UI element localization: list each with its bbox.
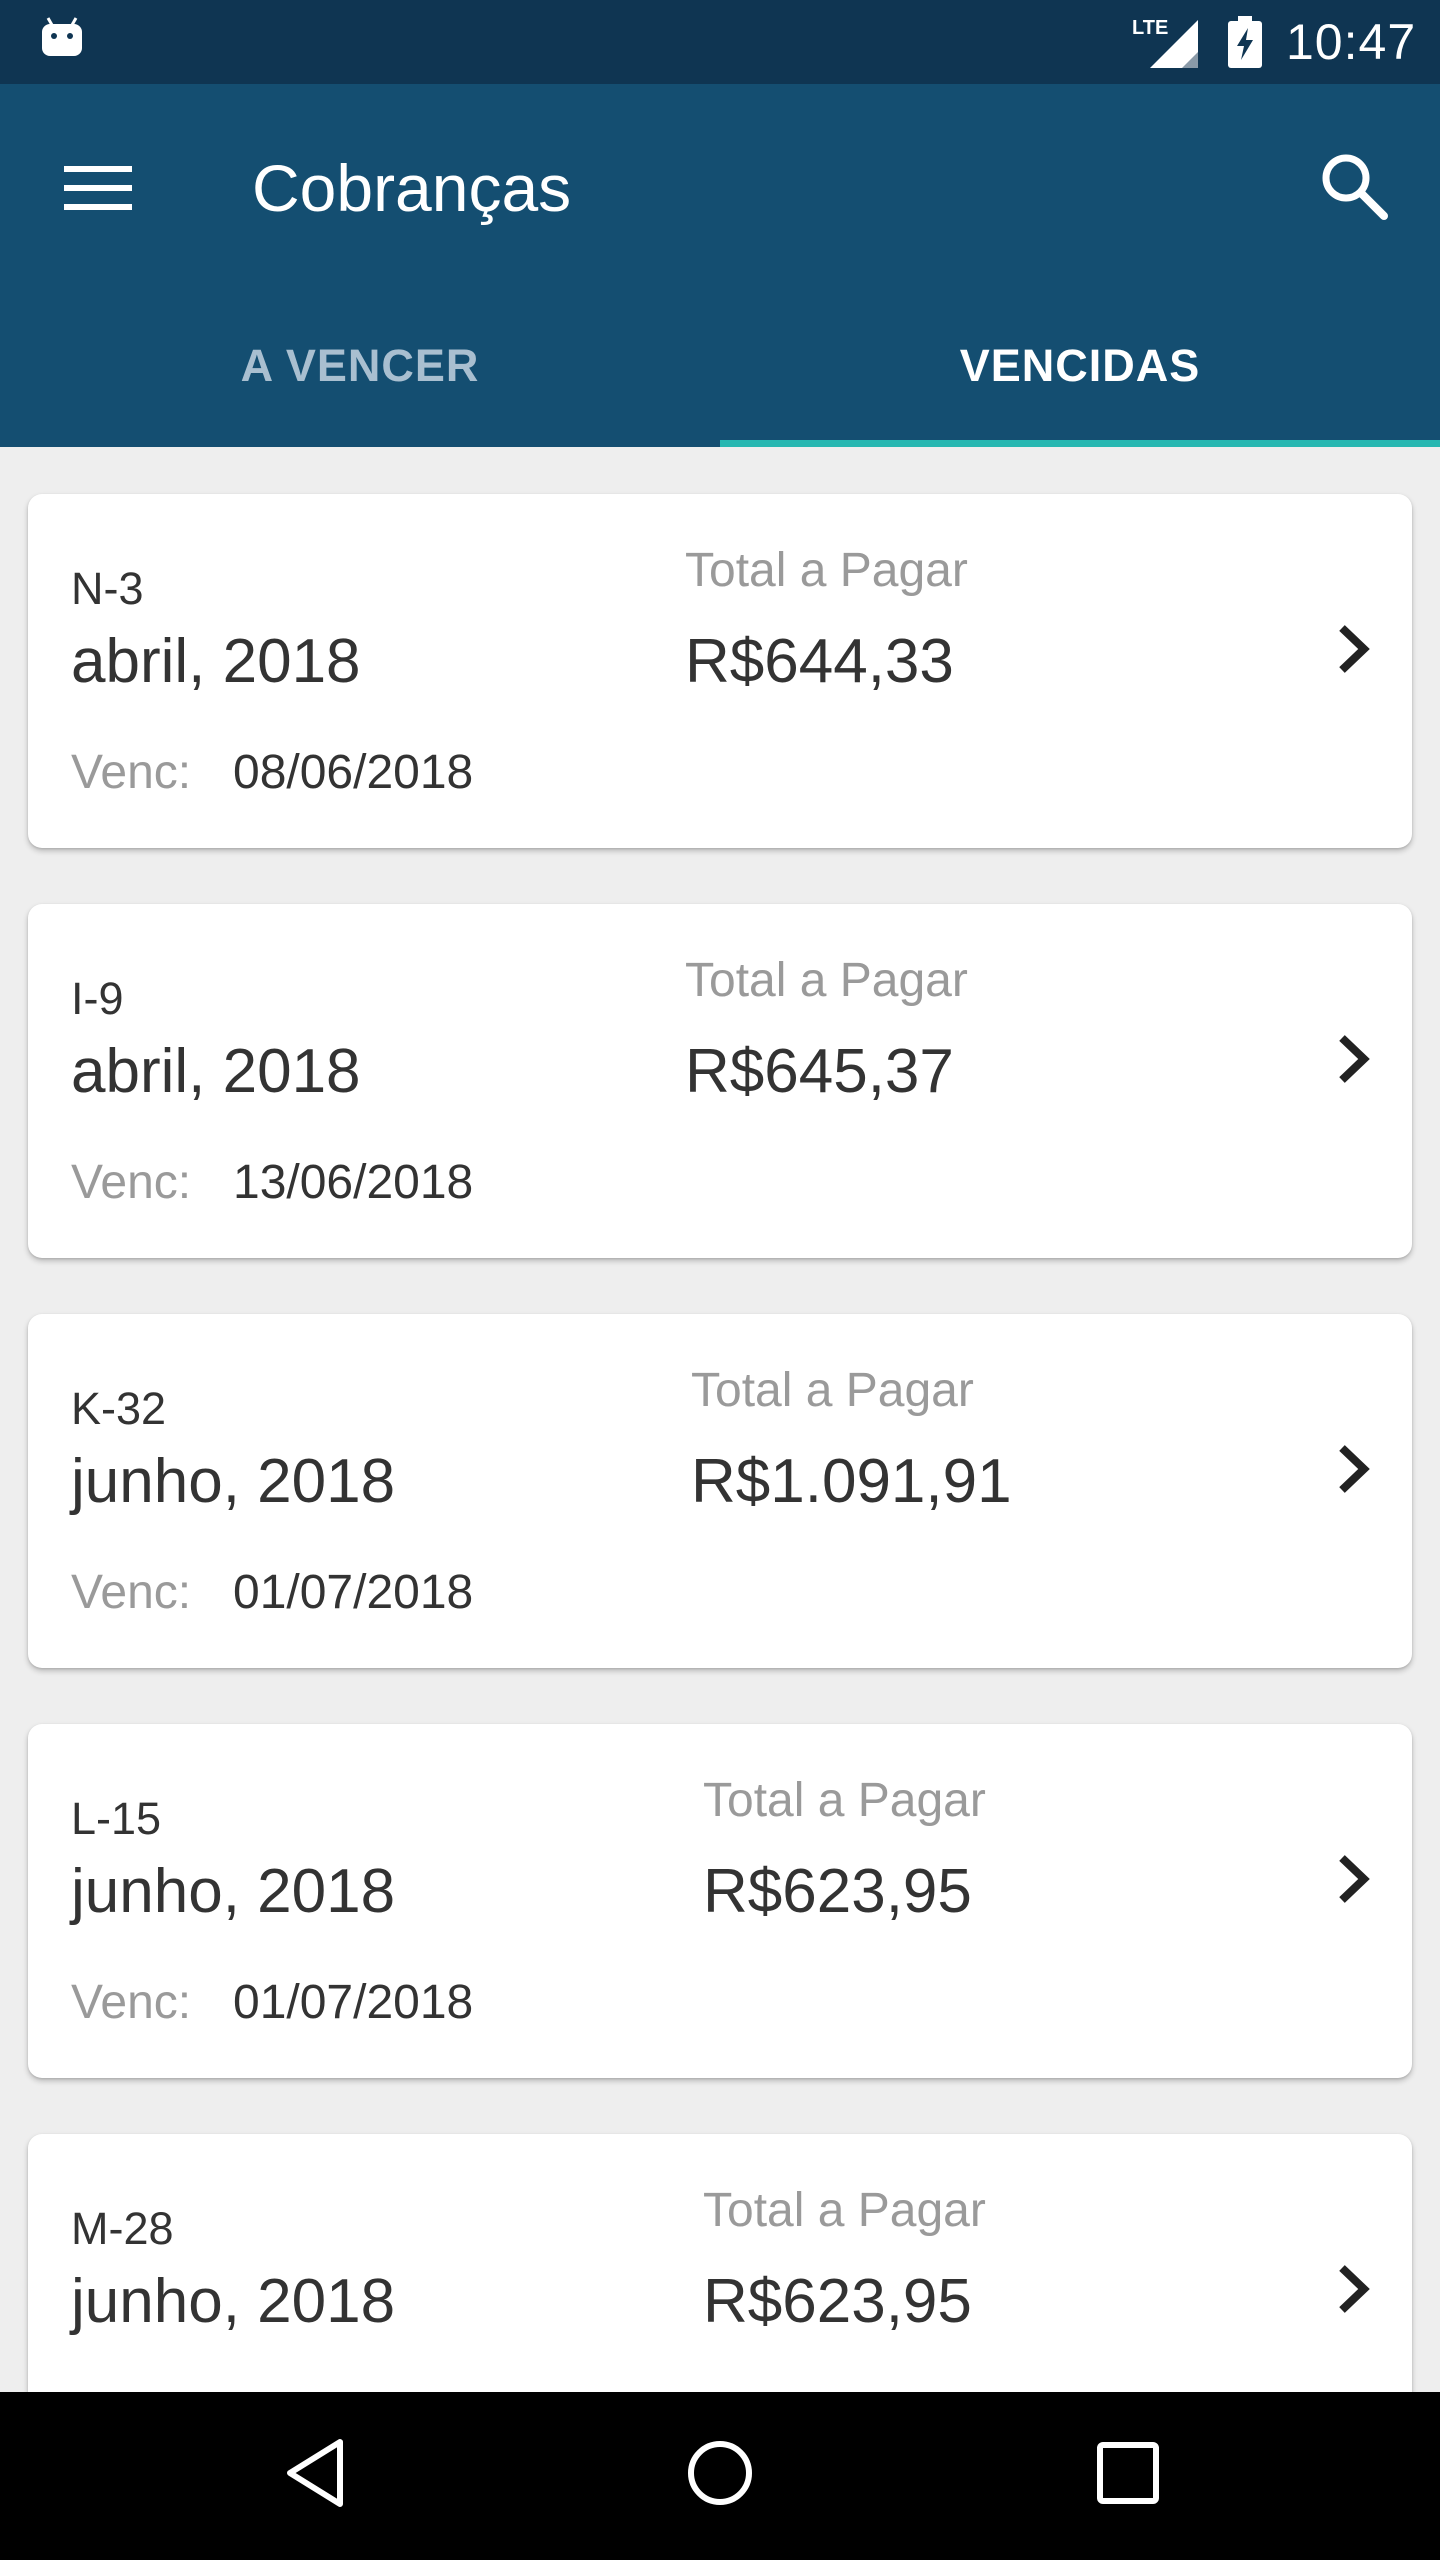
chevron-right-icon — [1339, 1855, 1370, 1903]
android-icon — [42, 17, 82, 56]
invoice-code: I-9 — [71, 973, 124, 1024]
invoice-period: abril, 2018 — [71, 627, 361, 696]
due-date-value: 01/07/2018 — [233, 1976, 474, 2029]
chevron-right-icon — [1339, 2265, 1370, 2313]
due-date-value: 01/07/2018 — [233, 1566, 474, 1619]
total-label: Total a Pagar — [703, 2184, 986, 2237]
total-value: R$644,33 — [685, 627, 954, 696]
tab-bar: A VENCER VENCIDAS — [0, 318, 1440, 447]
total-label: Total a Pagar — [685, 544, 968, 597]
status-bar: LTE 10:47 — [0, 0, 1440, 84]
tab-a-vencer[interactable]: A VENCER — [0, 318, 720, 447]
status-time: 10:47 — [1286, 14, 1417, 70]
invoice-period: abril, 2018 — [71, 1037, 361, 1106]
page-title: Cobranças — [252, 151, 572, 225]
due-date-label: Venc: — [71, 746, 192, 799]
invoice-code: L-15 — [71, 1793, 162, 1844]
invoice-period: junho, 2018 — [71, 1857, 396, 1926]
invoice-card[interactable]: N-3 abril, 2018 Venc: 08/06/2018 Total a… — [28, 494, 1412, 848]
chevron-right-icon — [1339, 1035, 1370, 1083]
due-date-label: Venc: — [71, 1976, 192, 2029]
search-icon[interactable] — [1316, 148, 1392, 224]
invoice-code: N-3 — [71, 563, 144, 614]
total-value: R$1.091,91 — [691, 1447, 1012, 1516]
due-date-value: 13/06/2018 — [233, 1156, 474, 1209]
due-date-value: 08/06/2018 — [233, 746, 474, 799]
app-bar: Cobranças A VENCER VENCIDAS — [0, 84, 1440, 447]
total-label: Total a Pagar — [685, 954, 968, 1007]
recents-icon[interactable] — [1090, 2434, 1166, 2512]
invoice-list: N-3 abril, 2018 Venc: 08/06/2018 Total a… — [0, 447, 1440, 2392]
back-icon[interactable] — [282, 2434, 350, 2512]
invoice-period: junho, 2018 — [71, 2267, 396, 2336]
invoice-card[interactable]: L-15 junho, 2018 Venc: 01/07/2018 Total … — [28, 1724, 1412, 2078]
menu-icon[interactable] — [64, 154, 132, 222]
total-value: R$623,95 — [703, 1857, 972, 1926]
total-label: Total a Pagar — [703, 1774, 986, 1827]
due-date-label: Venc: — [71, 2384, 191, 2392]
lte-signal-icon: LTE — [1132, 17, 1198, 68]
svg-text:LTE: LTE — [1132, 17, 1168, 39]
invoice-period: junho, 2018 — [71, 1447, 396, 1516]
total-label: Total a Pagar — [691, 1364, 974, 1417]
invoice-code: K-32 — [71, 1383, 167, 1434]
invoice-card[interactable]: K-32 junho, 2018 Venc: 01/07/2018 Total … — [28, 1314, 1412, 1668]
due-date-label: Venc: — [71, 1156, 192, 1209]
due-date-label: Venc: — [71, 1566, 192, 1619]
chevron-right-icon — [1339, 625, 1370, 673]
invoice-card[interactable]: M-28 junho, 2018 Venc: Total a Pagar R$6… — [28, 2134, 1412, 2392]
invoice-code: M-28 — [71, 2203, 174, 2254]
navigation-bar — [0, 2392, 1440, 2560]
chevron-right-icon — [1339, 1445, 1370, 1493]
total-value: R$623,95 — [703, 2267, 972, 2336]
home-icon[interactable] — [684, 2434, 756, 2512]
tab-vencidas[interactable]: VENCIDAS — [720, 318, 1440, 447]
battery-charging-icon — [1228, 16, 1262, 68]
invoice-card[interactable]: I-9 abril, 2018 Venc: 13/06/2018 Total a… — [28, 904, 1412, 1258]
tab-indicator — [720, 440, 1440, 447]
total-value: R$645,37 — [685, 1037, 954, 1106]
